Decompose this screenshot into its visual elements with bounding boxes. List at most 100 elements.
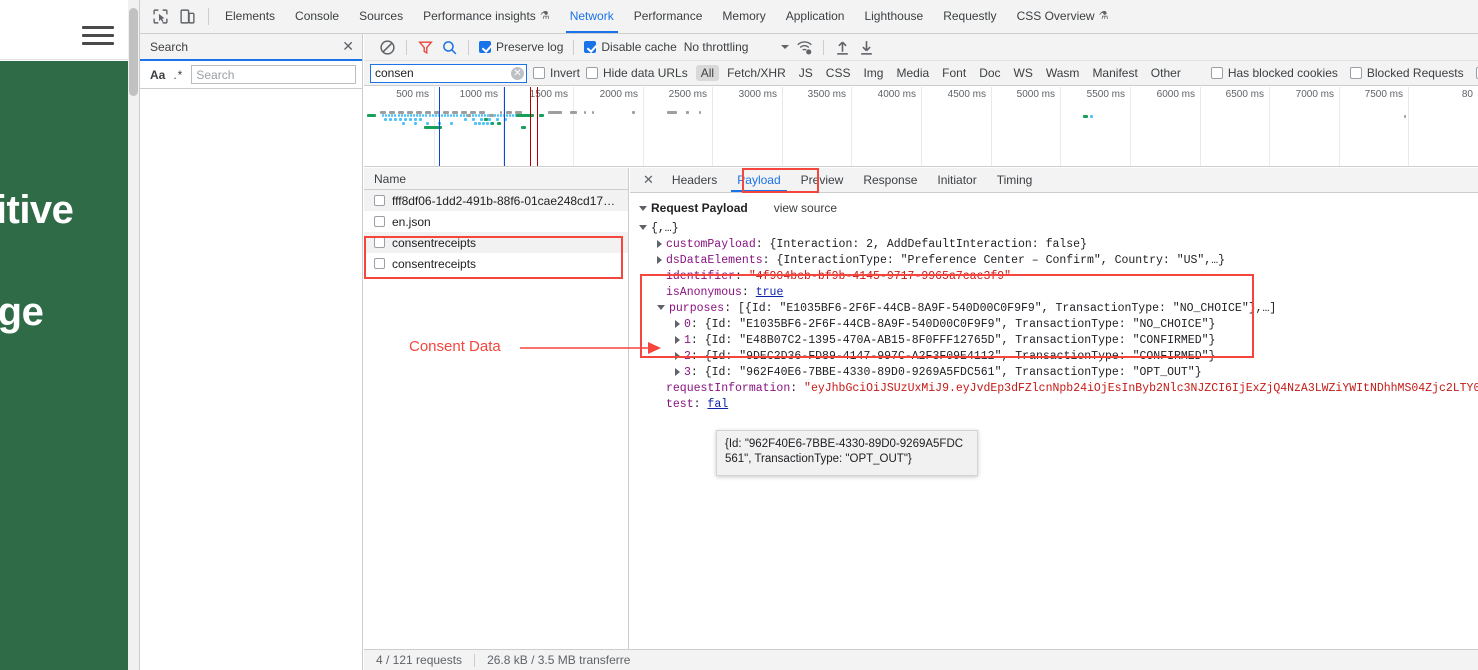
- request-row-checkbox[interactable]: [374, 216, 385, 227]
- filter-type-js[interactable]: JS: [794, 65, 818, 81]
- has-blocked-cookies-checkbox-box[interactable]: [1211, 67, 1223, 79]
- tab-application[interactable]: Application: [776, 0, 855, 33]
- device-toolbar-icon[interactable]: [179, 8, 196, 25]
- expand-arrow-icon[interactable]: [675, 320, 680, 328]
- search-sidebar: Search ✕ Aa .*: [140, 34, 363, 670]
- tab-performance[interactable]: Performance: [624, 0, 713, 33]
- detail-tab-headers[interactable]: Headers: [662, 168, 727, 192]
- payload-json-line[interactable]: requestInformation: "eyJhbGciOiJSUzUxMiJ…: [630, 381, 1478, 397]
- expand-arrow-icon[interactable]: [675, 336, 680, 344]
- detail-tab-preview[interactable]: Preview: [791, 168, 854, 192]
- network-filter-input[interactable]: [370, 64, 527, 83]
- payload-json-line[interactable]: 1: {Id: "E48B07C2-1395-470A-AB15-8F0FFF1…: [630, 333, 1478, 349]
- detail-tab-payload[interactable]: Payload: [727, 168, 790, 192]
- expand-arrow-icon[interactable]: [657, 240, 662, 248]
- blocked-requests-checkbox[interactable]: Blocked Requests: [1350, 66, 1464, 80]
- blocked-requests-checkbox-box[interactable]: [1350, 67, 1362, 79]
- hide-data-urls-checkbox-box[interactable]: [586, 67, 598, 79]
- chevron-down-icon[interactable]: [781, 45, 789, 49]
- table-row[interactable]: fff8df06-1dd2-491b-88f6-01cae248cd17…: [364, 190, 628, 211]
- detail-tab-response[interactable]: Response: [853, 168, 927, 192]
- filter-type-doc[interactable]: Doc: [974, 65, 1005, 81]
- request-payload-title[interactable]: Request Payload: [639, 201, 748, 215]
- use-regex-button[interactable]: .*: [173, 68, 183, 82]
- close-detail-icon[interactable]: ✕: [635, 172, 662, 188]
- clear-filter-icon[interactable]: ✕: [511, 67, 524, 80]
- table-row[interactable]: en.json: [364, 211, 628, 232]
- has-blocked-cookies-checkbox[interactable]: Has blocked cookies: [1211, 66, 1338, 80]
- import-har-icon[interactable]: [834, 39, 851, 56]
- tab-console[interactable]: Console: [285, 0, 349, 33]
- collapse-arrow-icon[interactable]: [657, 305, 665, 310]
- filter-type-all[interactable]: All: [696, 65, 719, 81]
- expand-arrow-icon[interactable]: [675, 352, 680, 360]
- payload-root-line[interactable]: {,…}: [630, 221, 1478, 237]
- payload-json-line[interactable]: identifier: "4f904bcb-bf9b-4145-9717-996…: [630, 269, 1478, 285]
- payload-json-line[interactable]: dsDataElements: {InteractionType: "Prefe…: [630, 253, 1478, 269]
- expand-arrow-icon[interactable]: [675, 368, 680, 376]
- filter-type-img[interactable]: Img: [858, 65, 888, 81]
- clear-network-log-icon[interactable]: [379, 39, 396, 56]
- filter-type-media[interactable]: Media: [891, 65, 934, 81]
- page-scrollbar[interactable]: [128, 0, 139, 670]
- search-input[interactable]: [191, 65, 356, 84]
- inspect-element-icon[interactable]: [152, 8, 169, 25]
- payload-value: [{Id: "E1035BF6-2F6F-44CB-8A9F-540D00C0F…: [738, 302, 1276, 315]
- page-scrollbar-thumb[interactable]: [129, 8, 138, 96]
- disable-cache-checkbox-box[interactable]: [584, 41, 596, 53]
- preserve-log-checkbox-box[interactable]: [479, 41, 491, 53]
- throttling-select[interactable]: No throttling: [684, 40, 790, 54]
- filter-type-wasm[interactable]: Wasm: [1041, 65, 1085, 81]
- invert-checkbox-box[interactable]: [533, 67, 545, 79]
- filter-type-manifest[interactable]: Manifest: [1087, 65, 1142, 81]
- tab-elements[interactable]: Elements: [215, 0, 285, 33]
- network-overview-timeline[interactable]: 500 ms1000 ms1500 ms2000 ms2500 ms3000 m…: [364, 87, 1478, 167]
- overview-request-bar: [389, 118, 392, 121]
- overview-tick-label: 6500 ms: [1226, 89, 1269, 100]
- preserve-log-checkbox[interactable]: Preserve log: [479, 40, 563, 54]
- tab-lighthouse[interactable]: Lighthouse: [854, 0, 933, 33]
- view-source-link[interactable]: view source: [774, 201, 837, 215]
- tab-requestly[interactable]: Requestly: [933, 0, 1006, 33]
- overview-tick-label: 4500 ms: [948, 89, 991, 100]
- search-magnifier-icon[interactable]: [441, 39, 458, 56]
- payload-json-line[interactable]: isAnonymous: true: [630, 285, 1478, 301]
- request-row-checkbox[interactable]: [374, 237, 385, 248]
- filter-type-font[interactable]: Font: [937, 65, 971, 81]
- hamburger-menu-icon[interactable]: [82, 26, 114, 42]
- match-case-button[interactable]: Aa: [150, 68, 165, 82]
- payload-json-line[interactable]: 2: {Id: "9DEC2D36-FD89-4147-997C-A2F3F09…: [630, 349, 1478, 365]
- tab-memory[interactable]: Memory: [712, 0, 775, 33]
- detail-tab-initiator[interactable]: Initiator: [927, 168, 986, 192]
- request-payload-title-text: Request Payload: [651, 201, 748, 215]
- filter-type-ws[interactable]: WS: [1009, 65, 1038, 81]
- table-row[interactable]: consentreceipts: [364, 232, 628, 253]
- payload-json-line[interactable]: 0: {Id: "E1035BF6-2F6F-44CB-8A9F-540D00C…: [630, 317, 1478, 333]
- payload-json-line[interactable]: customPayload: {Interaction: 2, AddDefau…: [630, 237, 1478, 253]
- payload-json-line[interactable]: test: fal: [630, 397, 1478, 413]
- tab-performance-insights[interactable]: Performance insights⚗: [413, 0, 560, 33]
- expand-arrow-icon[interactable]: [657, 256, 662, 264]
- tab-sources[interactable]: Sources: [349, 0, 413, 33]
- overview-request-bar: [478, 122, 481, 125]
- payload-json-line[interactable]: purposes: [{Id: "E1035BF6-2F6F-44CB-8A9F…: [630, 301, 1478, 317]
- disable-cache-checkbox[interactable]: Disable cache: [584, 40, 676, 54]
- filter-type-css[interactable]: CSS: [821, 65, 856, 81]
- filter-funnel-icon[interactable]: [417, 39, 434, 56]
- invert-checkbox[interactable]: Invert: [533, 66, 580, 80]
- request-list-column-header[interactable]: Name: [364, 168, 628, 190]
- close-icon[interactable]: ✕: [342, 38, 354, 55]
- hide-data-urls-checkbox[interactable]: Hide data URLs: [586, 66, 688, 80]
- filter-type-fetch-xhr[interactable]: Fetch/XHR: [722, 65, 791, 81]
- request-row-checkbox[interactable]: [374, 195, 385, 206]
- overview-request-bar: [472, 118, 475, 121]
- filter-type-other[interactable]: Other: [1146, 65, 1186, 81]
- request-row-checkbox[interactable]: [374, 258, 385, 269]
- table-row[interactable]: consentreceipts: [364, 253, 628, 274]
- tab-network[interactable]: Network: [560, 0, 624, 33]
- export-har-icon[interactable]: [858, 39, 875, 56]
- tab-css-overview[interactable]: CSS Overview⚗: [1007, 0, 1119, 33]
- detail-tab-timing[interactable]: Timing: [987, 168, 1043, 192]
- payload-json-line[interactable]: 3: {Id: "962F40E6-7BBE-4330-89D0-9269A5F…: [630, 365, 1478, 381]
- network-conditions-wifi-icon[interactable]: [796, 39, 813, 56]
